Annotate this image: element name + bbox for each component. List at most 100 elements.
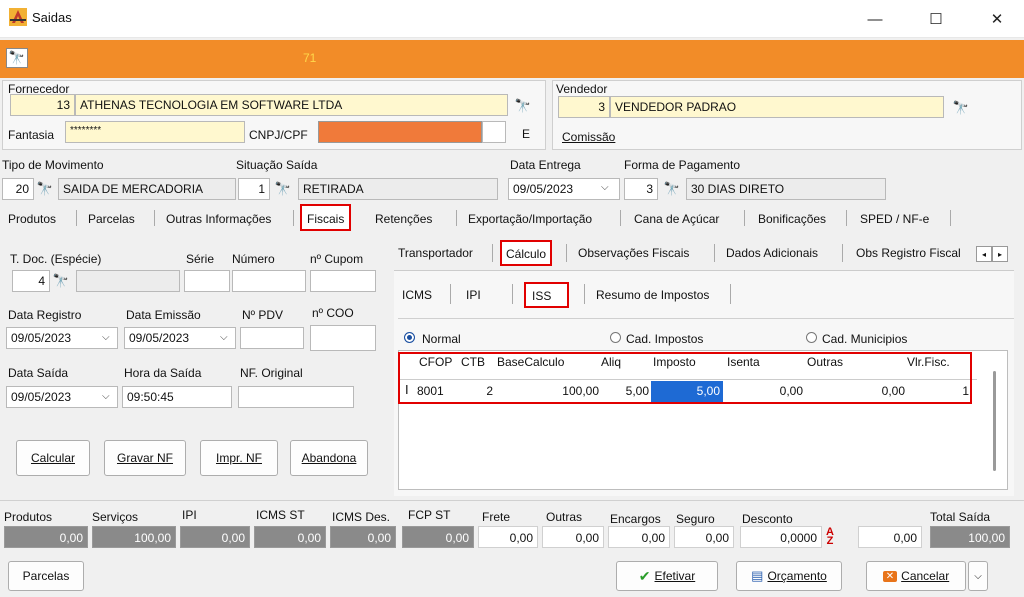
tab-separator: [456, 210, 457, 226]
radio-cad-municipios[interactable]: [806, 332, 817, 343]
tipo-movimento-code-input[interactable]: 20: [2, 178, 34, 200]
tab-iss[interactable]: ISS: [524, 282, 570, 308]
total-seguro-input[interactable]: 0,00: [674, 526, 734, 548]
situacao-code-input[interactable]: 1: [238, 178, 270, 200]
cupom-label: nº Cupom: [310, 252, 364, 266]
situacao-search-icon[interactable]: 🔭: [272, 179, 294, 199]
nf-original-input[interactable]: [238, 386, 354, 408]
tab-calculo[interactable]: Cálculo: [500, 240, 553, 266]
total-ipi-value: 0,00: [180, 526, 250, 548]
tab-separator: [620, 210, 621, 226]
tab-outras-informacoes[interactable]: Outras Informações: [166, 212, 271, 226]
table-scrollbar[interactable]: [993, 371, 996, 471]
tdoc-search-icon[interactable]: 🔭: [50, 271, 72, 291]
radio-cad-impostos-label: Cad. Impostos: [626, 332, 704, 346]
gravar-nf-button[interactable]: Gravar NF: [104, 440, 186, 476]
tdoc-input[interactable]: 4: [12, 270, 50, 292]
tab-separator: [566, 244, 567, 262]
tab-scroll-right-icon[interactable]: ▸: [992, 246, 1008, 262]
tab-ipi[interactable]: IPI: [466, 288, 481, 302]
pagamento-search-icon[interactable]: 🔭: [661, 179, 683, 199]
tab-bonificacoes[interactable]: Bonificações: [758, 212, 826, 226]
tab-resumo-impostos[interactable]: Resumo de Impostos: [596, 288, 709, 302]
seller-code-input[interactable]: 3: [558, 96, 610, 118]
chevron-down-icon[interactable]: ⌵: [102, 391, 110, 402]
numero-input[interactable]: [232, 270, 306, 292]
chevron-down-icon[interactable]: ⌵: [102, 332, 110, 343]
total-desconto-input[interactable]: 0,00: [858, 526, 922, 548]
total-desconto-pct-input[interactable]: 0,0000: [740, 526, 822, 548]
tab-produtos[interactable]: Produtos: [8, 212, 56, 226]
total-fcpst-value: 0,00: [402, 526, 474, 548]
chevron-down-icon[interactable]: ⌵: [220, 332, 228, 343]
cancel-options-chevron-icon[interactable]: ⌵: [968, 561, 988, 591]
total-desconto-label: Desconto: [742, 512, 793, 526]
tab-separator: [714, 244, 715, 262]
tab-fiscais[interactable]: Fiscais: [300, 204, 352, 231]
pdv-input[interactable]: [240, 327, 304, 349]
supplier-code-input[interactable]: 13: [10, 94, 75, 116]
total-outras-label: Outras: [546, 510, 583, 524]
tab-dados-adicionais[interactable]: Dados Adicionais: [726, 246, 818, 260]
serie-input[interactable]: [184, 270, 230, 292]
total-outras-input[interactable]: 0,00: [542, 526, 604, 548]
tab-cana-acucar[interactable]: Cana de Açúcar: [634, 212, 719, 226]
hora-saida-input[interactable]: 09:50:45: [122, 386, 232, 408]
commission-label[interactable]: Comissão: [562, 130, 615, 144]
search-binoculars-icon[interactable]: 🔭: [6, 48, 28, 68]
seller-label: Vendedor: [556, 82, 608, 96]
pagamento-desc: 30 DIAS DIRETO: [686, 178, 886, 200]
tab-separator: [76, 210, 77, 226]
data-saida-label: Data Saída: [8, 366, 69, 380]
cnpj-suffix-input[interactable]: [482, 121, 506, 143]
pagamento-code-input[interactable]: 3: [624, 178, 658, 200]
total-saida-label: Total Saída: [930, 510, 991, 524]
cupom-input[interactable]: [310, 270, 376, 292]
total-produtos-value: 0,00: [4, 526, 88, 548]
tab-parcelas[interactable]: Parcelas: [88, 212, 135, 226]
parcelas-button[interactable]: Parcelas: [8, 561, 84, 591]
tab-sped-nfe[interactable]: SPED / NF-e: [860, 212, 929, 226]
main-tabs: Produtos Parcelas Outras Informações Fis…: [0, 204, 1024, 232]
total-servicos-value: 100,00: [92, 526, 176, 548]
calcular-button[interactable]: Calcular: [16, 440, 90, 476]
tdoc-desc: [76, 270, 180, 292]
chevron-down-icon[interactable]: ⌵: [601, 182, 609, 193]
minimize-button[interactable]: —: [852, 0, 898, 38]
tipo-movimento-search-icon[interactable]: 🔭: [34, 179, 56, 199]
total-frete-input[interactable]: 0,00: [478, 526, 538, 548]
tab-separator: [154, 210, 155, 226]
tab-obs-registro-fiscal[interactable]: Obs Registro Fiscal: [856, 246, 961, 260]
total-icmsst-label: ICMS ST: [256, 508, 305, 522]
sort-az-icon[interactable]: AZ: [826, 527, 834, 547]
tab-exportacao[interactable]: Exportação/Importação: [468, 212, 592, 226]
seller-name-input[interactable]: VENDEDOR PADRAO: [610, 96, 944, 118]
tab-observacoes-fiscais[interactable]: Observações Fiscais: [578, 246, 689, 260]
tab-separator: [293, 210, 294, 226]
seller-search-icon[interactable]: 🔭: [950, 98, 972, 118]
tab-retencoes[interactable]: Retenções: [375, 212, 432, 226]
total-produtos-label: Produtos: [4, 510, 53, 524]
tab-transportador[interactable]: Transportador: [398, 246, 473, 260]
supplier-search-icon[interactable]: 🔭: [512, 96, 534, 116]
tipo-movimento-desc: SAIDA DE MERCADORIA: [58, 178, 236, 200]
coo-input[interactable]: [310, 325, 376, 351]
fantasia-input[interactable]: ********: [65, 121, 245, 143]
close-button[interactable]: ✕: [974, 0, 1020, 38]
radio-normal[interactable]: [404, 332, 415, 343]
orcamento-button[interactable]: ▤ Orçamento: [736, 561, 842, 591]
efetivar-button[interactable]: ✔ Efetivar: [616, 561, 718, 591]
total-encargos-input[interactable]: 0,00: [608, 526, 670, 548]
tab-icms[interactable]: ICMS: [402, 288, 432, 302]
supplier-name-input[interactable]: ATHENAS TECNOLOGIA EM SOFTWARE LTDA: [75, 94, 508, 116]
radio-cad-impostos[interactable]: [610, 332, 621, 343]
impr-nf-button[interactable]: Impr. NF: [200, 440, 278, 476]
cnpj-input-redacted[interactable]: [318, 121, 482, 143]
toolbar-number: 71: [303, 51, 317, 65]
efetivar-label: Efetivar: [654, 569, 696, 583]
maximize-button[interactable]: ☐: [913, 0, 959, 38]
abandona-button[interactable]: Abandona: [290, 440, 368, 476]
tab-scroll-left-icon[interactable]: ◂: [976, 246, 992, 262]
total-encargos-label: Encargos: [610, 512, 661, 526]
cancelar-button[interactable]: ✕ Cancelar: [866, 561, 966, 591]
